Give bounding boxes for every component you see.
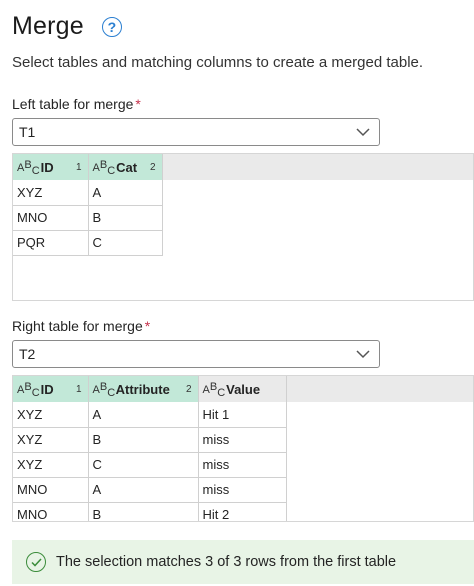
table-cell: XYZ [13, 180, 89, 206]
table-row: XYZ B miss [13, 427, 473, 453]
table-cell: B [88, 427, 199, 453]
match-status-text: The selection matches 3 of 3 rows from t… [56, 554, 397, 570]
checkmark-circle-icon [26, 552, 46, 572]
table-cell: miss [198, 477, 287, 503]
chevron-down-icon [356, 128, 370, 137]
match-status-bar: The selection matches 3 of 3 rows from t… [12, 540, 474, 584]
right-column-header-id[interactable]: ABC ID 1 [13, 376, 89, 402]
column-order-badge: 2 [149, 162, 156, 173]
table-row: PQR C [13, 230, 473, 256]
table-cell: A [88, 477, 199, 503]
table-cell: Hit 1 [198, 402, 287, 428]
table-row: XYZ A Hit 1 [13, 402, 473, 428]
required-marker: * [144, 318, 151, 334]
text-type-icon: ABC [17, 380, 40, 399]
right-table-label: Right table for merge * [12, 318, 151, 334]
right-table-dropdown[interactable]: T2 [12, 340, 380, 368]
table-cell: A [88, 402, 199, 428]
left-table-dropdown[interactable]: T1 [12, 118, 380, 146]
right-table-selected: T2 [19, 346, 36, 362]
table-row: XYZ A [13, 180, 473, 206]
table-row: MNO B [13, 205, 473, 231]
required-marker: * [135, 96, 141, 112]
text-type-icon: ABC [17, 158, 40, 177]
right-column-header-attribute[interactable]: ABC Attribute 2 [88, 376, 199, 402]
left-table-selected: T1 [19, 124, 36, 140]
table-cell: MNO [13, 205, 89, 231]
header-filler [286, 376, 473, 402]
table-cell: B [88, 502, 199, 521]
table-cell: Hit 2 [198, 502, 287, 521]
right-table-preview: ABC ID 1 ABC Attribute 2 ABC Value XYZ A… [12, 375, 474, 522]
table-cell: XYZ [13, 452, 89, 478]
text-type-icon: ABC [92, 158, 116, 177]
header-filler [162, 154, 473, 180]
left-table-label: Left table for merge * [12, 96, 141, 112]
page-title: Merge [12, 12, 84, 40]
right-column-header-value[interactable]: ABC Value [198, 376, 287, 402]
column-order-badge: 1 [75, 162, 82, 173]
table-cell: B [88, 205, 163, 231]
page-subtitle: Select tables and matching columns to cr… [12, 54, 424, 71]
table-row: MNO B Hit 2 [13, 502, 473, 521]
column-order-badge: 2 [185, 384, 192, 395]
table-cell: C [88, 230, 163, 256]
text-type-icon: ABC [202, 380, 226, 399]
table-cell: PQR [13, 230, 89, 256]
table-row: XYZ C miss [13, 452, 473, 478]
table-cell: XYZ [13, 427, 89, 453]
table-cell: XYZ [13, 402, 89, 428]
left-table-preview: ABC ID 1 ABC Cat 2 XYZ A MNO B PQR C [12, 153, 474, 301]
left-column-header-cat[interactable]: ABC Cat 2 [88, 154, 163, 180]
table-cell: C [88, 452, 199, 478]
table-cell: MNO [13, 477, 89, 503]
table-cell: miss [198, 452, 287, 478]
table-cell: MNO [13, 502, 89, 521]
chevron-down-icon [356, 350, 370, 359]
table-cell: miss [198, 427, 287, 453]
table-row: MNO A miss [13, 477, 473, 503]
help-icon[interactable]: ? [101, 16, 122, 37]
table-cell: A [88, 180, 163, 206]
title-row: Merge ? [12, 12, 122, 41]
left-column-header-id[interactable]: ABC ID 1 [13, 154, 89, 180]
column-order-badge: 1 [75, 384, 82, 395]
text-type-icon: ABC [92, 380, 116, 399]
